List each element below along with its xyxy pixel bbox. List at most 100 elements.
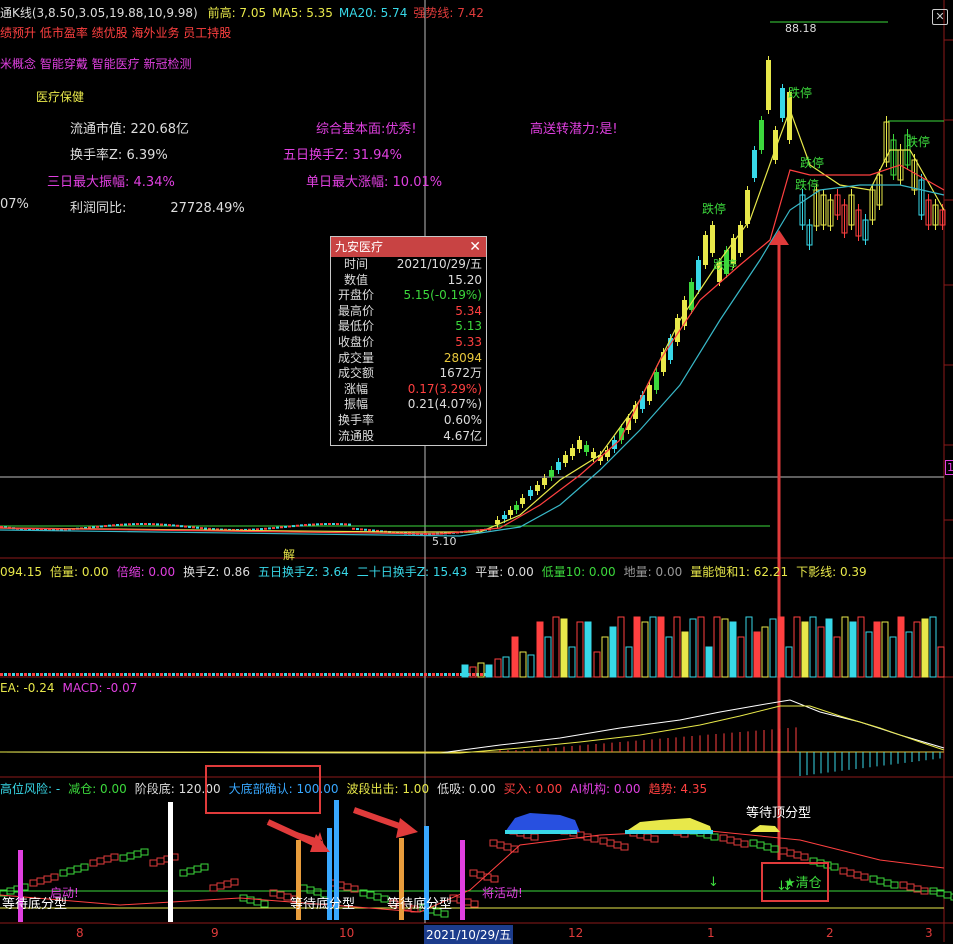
popup-row: 开盘价 5.15(-0.19%) — [331, 288, 486, 304]
volume-bar — [340, 673, 343, 676]
volume-bar — [68, 673, 71, 676]
ladder-box — [43, 875, 52, 883]
volume-bar — [64, 673, 67, 676]
stat-profit-yoy: 利润同比: 27728.49% — [70, 201, 245, 216]
popup-value: 1672万 — [439, 366, 482, 381]
candle — [348, 523, 351, 526]
volume-bar — [657, 616, 665, 678]
popup-row: 数值 15.20 — [331, 273, 486, 289]
ladder-box — [179, 869, 188, 877]
volume-bar — [404, 673, 407, 676]
volume-bar — [761, 626, 769, 678]
candle — [264, 527, 267, 530]
ladder-box — [786, 849, 795, 857]
candle — [320, 523, 323, 526]
header-value: AI机构: 0.00 — [570, 782, 641, 796]
volume-bar — [192, 673, 195, 676]
pointer-arrow — [353, 807, 406, 831]
candle — [260, 528, 263, 531]
popup-row: 涨幅 0.17(3.29%) — [331, 382, 486, 398]
ladder-box — [719, 834, 728, 842]
header-value: 量能饱和1: 62.21 — [690, 565, 789, 579]
date-tick: 12 — [568, 926, 584, 940]
volume-bar — [208, 673, 211, 676]
volume-bar — [552, 616, 560, 678]
ladder-box — [740, 840, 749, 848]
volume-bar — [705, 646, 713, 678]
header-indicator: 前高: 7.05 — [207, 6, 267, 20]
volume-bar — [536, 621, 544, 678]
volume-bar — [256, 673, 259, 676]
pointer-arrow — [266, 819, 320, 848]
popup-key: 最低价 — [337, 319, 374, 334]
popup-title-bar[interactable]: 九安医疗 ✕ — [331, 237, 486, 257]
candle — [300, 524, 303, 527]
volume-bar — [164, 673, 167, 676]
volume-bar — [889, 636, 897, 678]
start-label: 启动! — [50, 886, 79, 900]
volume-bar — [368, 673, 371, 676]
popup-key: 成交量 — [337, 350, 374, 365]
ladder-box — [119, 854, 128, 862]
stat-partial: 07% — [0, 197, 29, 212]
ladder-box — [899, 881, 908, 889]
ladder-box — [846, 869, 855, 877]
popup-value: 4.67亿 — [443, 428, 482, 443]
ladder-box — [733, 838, 742, 846]
ladder-box — [366, 891, 375, 899]
volume-bar — [288, 673, 291, 676]
volume-bar — [36, 673, 39, 676]
volume-bar — [673, 616, 681, 678]
ladder-box — [470, 900, 479, 908]
candle — [136, 523, 139, 526]
ladder-box — [50, 873, 59, 881]
wait-bottom-label: 等待底分型 — [290, 897, 356, 912]
close-icon[interactable]: ✕ — [469, 237, 481, 257]
volume-bar — [84, 673, 87, 676]
candle — [188, 525, 191, 528]
ladder-box — [530, 833, 539, 841]
stock-info-popup[interactable]: 九安医疗 ✕ 时间 2021/10/29/五 数值 15.20 开盘价 5.15(-0.1… — [330, 236, 487, 446]
popup-value: 28094 — [443, 350, 482, 365]
volume-bar — [76, 673, 79, 676]
popup-row: 最高价 5.34 — [331, 304, 486, 320]
concept-tags-1: 绩预升 低市盈率 绩优股 海外业务 员工持股 — [0, 26, 232, 40]
candle — [96, 525, 99, 528]
hump-fill — [625, 818, 712, 832]
volume-bar — [232, 673, 235, 676]
volume-bar — [212, 673, 215, 676]
volume-bar — [168, 673, 171, 676]
candle — [284, 525, 287, 528]
candle — [352, 527, 355, 530]
volume-bar — [336, 673, 339, 676]
volume-bar — [308, 673, 311, 676]
ladder-box — [613, 841, 622, 849]
close-icon[interactable]: ✕ — [932, 9, 948, 25]
ladder-box — [793, 851, 802, 859]
volume-bar — [360, 673, 363, 676]
candle — [164, 523, 167, 526]
header-value: 倍缩: 0.00 — [116, 565, 176, 579]
candle — [168, 524, 171, 527]
volume-bar — [817, 626, 825, 678]
candle — [328, 523, 331, 526]
candle — [312, 523, 315, 526]
candle — [332, 523, 335, 526]
stat-turnover: 换手率Z: 6.39% — [70, 148, 168, 163]
volume-bar — [72, 673, 75, 676]
volume-bar — [380, 673, 383, 676]
ladder-box — [373, 893, 382, 901]
date-tick: 1 — [707, 926, 715, 940]
ladder-box — [496, 841, 505, 849]
candle — [160, 523, 163, 526]
candle — [144, 523, 147, 526]
candle — [200, 527, 203, 530]
volume-bar — [236, 673, 239, 676]
volume-bar — [420, 673, 423, 676]
volume-bar — [753, 631, 761, 678]
volume-bar — [276, 673, 279, 676]
popup-row: 时间 2021/10/29/五 — [331, 257, 486, 273]
popup-value: 5.15(-0.19%) — [403, 288, 482, 303]
volume-bar — [777, 616, 785, 678]
kline-header: 通K线(3,8.50,3.05,19.88,10,9.98) 前高: 7.05 M… — [0, 4, 496, 21]
